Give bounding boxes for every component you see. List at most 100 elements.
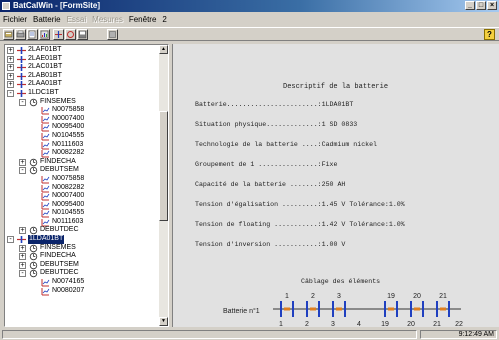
terminal-number: 20 (407, 321, 415, 328)
expand-icon[interactable]: + (19, 227, 26, 235)
scroll-up-button[interactable]: ▲ (159, 45, 168, 54)
scroll-thumb[interactable] (159, 111, 168, 221)
tree-item[interactable]: N0104555 (5, 209, 160, 218)
tree-item[interactable]: - DEBUTSEM (5, 166, 160, 175)
tree-item[interactable]: + DEBUTDEC (5, 226, 160, 235)
tree-item[interactable]: +2LAE01BT (5, 55, 160, 64)
toolbar: ? (0, 27, 499, 41)
expand-icon[interactable]: + (7, 72, 14, 80)
tree-item[interactable]: + FINDECHA (5, 252, 160, 261)
open-icon[interactable] (3, 29, 14, 40)
tree-item[interactable]: +2LAF01BT (5, 46, 160, 55)
terminal-number: 19 (381, 321, 389, 328)
close-button[interactable]: × (487, 1, 497, 10)
expand-icon[interactable]: + (7, 47, 14, 54)
terminal-number: 22 (455, 321, 463, 328)
tree-item[interactable]: +2LAB01BT (5, 72, 160, 81)
tree-item[interactable]: N0082282 (5, 149, 160, 158)
tree-item[interactable]: + DEBUTSEM (5, 261, 160, 270)
print-icon[interactable] (15, 29, 26, 40)
expand-icon[interactable]: + (19, 244, 26, 252)
tree-item[interactable]: - 1LDA01BT (5, 235, 160, 244)
tree-item[interactable]: +2LAA01BT (5, 80, 160, 89)
tree-item[interactable]: - FINSEMES (5, 98, 160, 107)
tree-item[interactable]: N0082282 (5, 184, 160, 193)
tree-item-label: DEBUTDEC (40, 226, 79, 234)
tree-item[interactable]: - DEBUTDEC (5, 269, 160, 278)
battery-description-page: Descriptif de la batterie Batterie......… (173, 44, 499, 328)
tree-item[interactable]: N0074165 (5, 278, 160, 287)
expand-icon[interactable]: + (7, 81, 14, 89)
refresh-icon[interactable] (65, 29, 76, 40)
expand-icon[interactable]: + (19, 261, 26, 269)
tree-item[interactable]: N0104555 (5, 132, 160, 141)
tree-item-label: 2LAE01BT (28, 54, 62, 62)
tree-item[interactable]: - 1LDC1BT (5, 89, 160, 98)
status-bar: 9:12:49 AM (0, 329, 499, 340)
report-icon[interactable] (39, 29, 50, 40)
menu-item[interactable]: Fenêtre (129, 15, 157, 24)
expand-icon[interactable]: + (19, 158, 26, 166)
help-button[interactable]: ? (484, 29, 495, 40)
tree-item[interactable]: N0095400 (5, 123, 160, 132)
tree-item-label: 1LDA01BT (28, 235, 65, 244)
edit-icon[interactable] (27, 29, 38, 40)
cabling-title: Câblage des éléments (301, 278, 381, 285)
tree-item-label: N0095400 (52, 200, 85, 208)
maximize-button[interactable]: □ (476, 1, 486, 10)
tree-item[interactable]: + FINDECHA (5, 158, 160, 167)
stop-icon[interactable] (107, 29, 118, 40)
window-title: BatCalWin - [FormSite] (13, 1, 101, 10)
tree-item-label: FINDECHA (40, 252, 76, 260)
tree-item[interactable]: N0007400 (5, 192, 160, 201)
expand-icon[interactable]: + (7, 55, 14, 63)
collapse-icon[interactable]: - (7, 89, 14, 97)
tree-item[interactable]: N0007400 (5, 115, 160, 124)
menu-item[interactable]: Mesures (92, 15, 123, 24)
tree-item[interactable]: N0095400 (5, 201, 160, 210)
tree-item[interactable]: N0075858 (5, 175, 160, 184)
collapse-icon[interactable]: - (19, 270, 26, 278)
doc-line-battery: Batterie.......................:1LDA01BT (195, 101, 354, 108)
tree-item[interactable]: + FINSEMES (5, 244, 160, 253)
tree-item-label: 1LDC1BT (28, 88, 59, 96)
collapse-icon[interactable]: - (19, 167, 26, 175)
scroll-down-button[interactable]: ▼ (159, 317, 168, 326)
tree-item-label: 2LAF01BT (28, 46, 62, 53)
tree-item[interactable]: N0075858 (5, 106, 160, 115)
cell-link (414, 307, 420, 311)
expand-icon[interactable]: + (7, 64, 14, 72)
tree-item[interactable]: N0111603 (5, 141, 160, 150)
battery-tree[interactable]: +2LAF01BT +2LAE01BT +2LAC01BT +2LAB01BT +2LA… (5, 46, 160, 296)
doc-line-technology: Technologie de la batterie ....:Cadmium … (195, 141, 378, 148)
tree-item[interactable]: N0111603 (5, 218, 160, 227)
cell-link (310, 307, 316, 311)
menu-item[interactable]: Fichier (3, 15, 27, 24)
menu-item[interactable]: 2 (162, 15, 166, 24)
cell-link (284, 307, 290, 311)
cell-number: 21 (439, 293, 447, 300)
terminal-number: 2 (305, 321, 309, 328)
tree-item-label: N0104555 (52, 209, 85, 217)
doc-line-floating: Tension de floating ...........:1.42 V T… (195, 221, 405, 228)
minimize-button[interactable]: _ (465, 1, 475, 10)
tree-item[interactable]: +2LAC01BT (5, 63, 160, 72)
tree-item[interactable]: N0080207 (5, 287, 160, 296)
tree-item-label: FINDECHA (40, 157, 76, 165)
tree-scrollbar[interactable]: ▲ ▼ (159, 45, 168, 326)
tree-item-label: FINSEMES (40, 243, 76, 251)
menu-item[interactable]: Essai (67, 15, 87, 24)
disk-icon[interactable] (77, 29, 88, 40)
expand-icon[interactable]: + (19, 253, 26, 261)
cell-link (336, 307, 342, 311)
battery-icon[interactable] (53, 29, 64, 40)
menu-item[interactable]: Batterie (33, 15, 61, 24)
battery-tree-panel: +2LAF01BT +2LAE01BT +2LAC01BT +2LAB01BT +2LA… (4, 44, 169, 327)
tree-item-label: N0095400 (52, 123, 85, 131)
app-icon[interactable] (2, 2, 10, 10)
cell-link (388, 307, 394, 311)
collapse-icon[interactable]: - (7, 236, 14, 244)
collapse-icon[interactable]: - (19, 98, 26, 106)
tree-item-label: N0007400 (52, 192, 85, 200)
cell-number: 1 (285, 293, 289, 300)
